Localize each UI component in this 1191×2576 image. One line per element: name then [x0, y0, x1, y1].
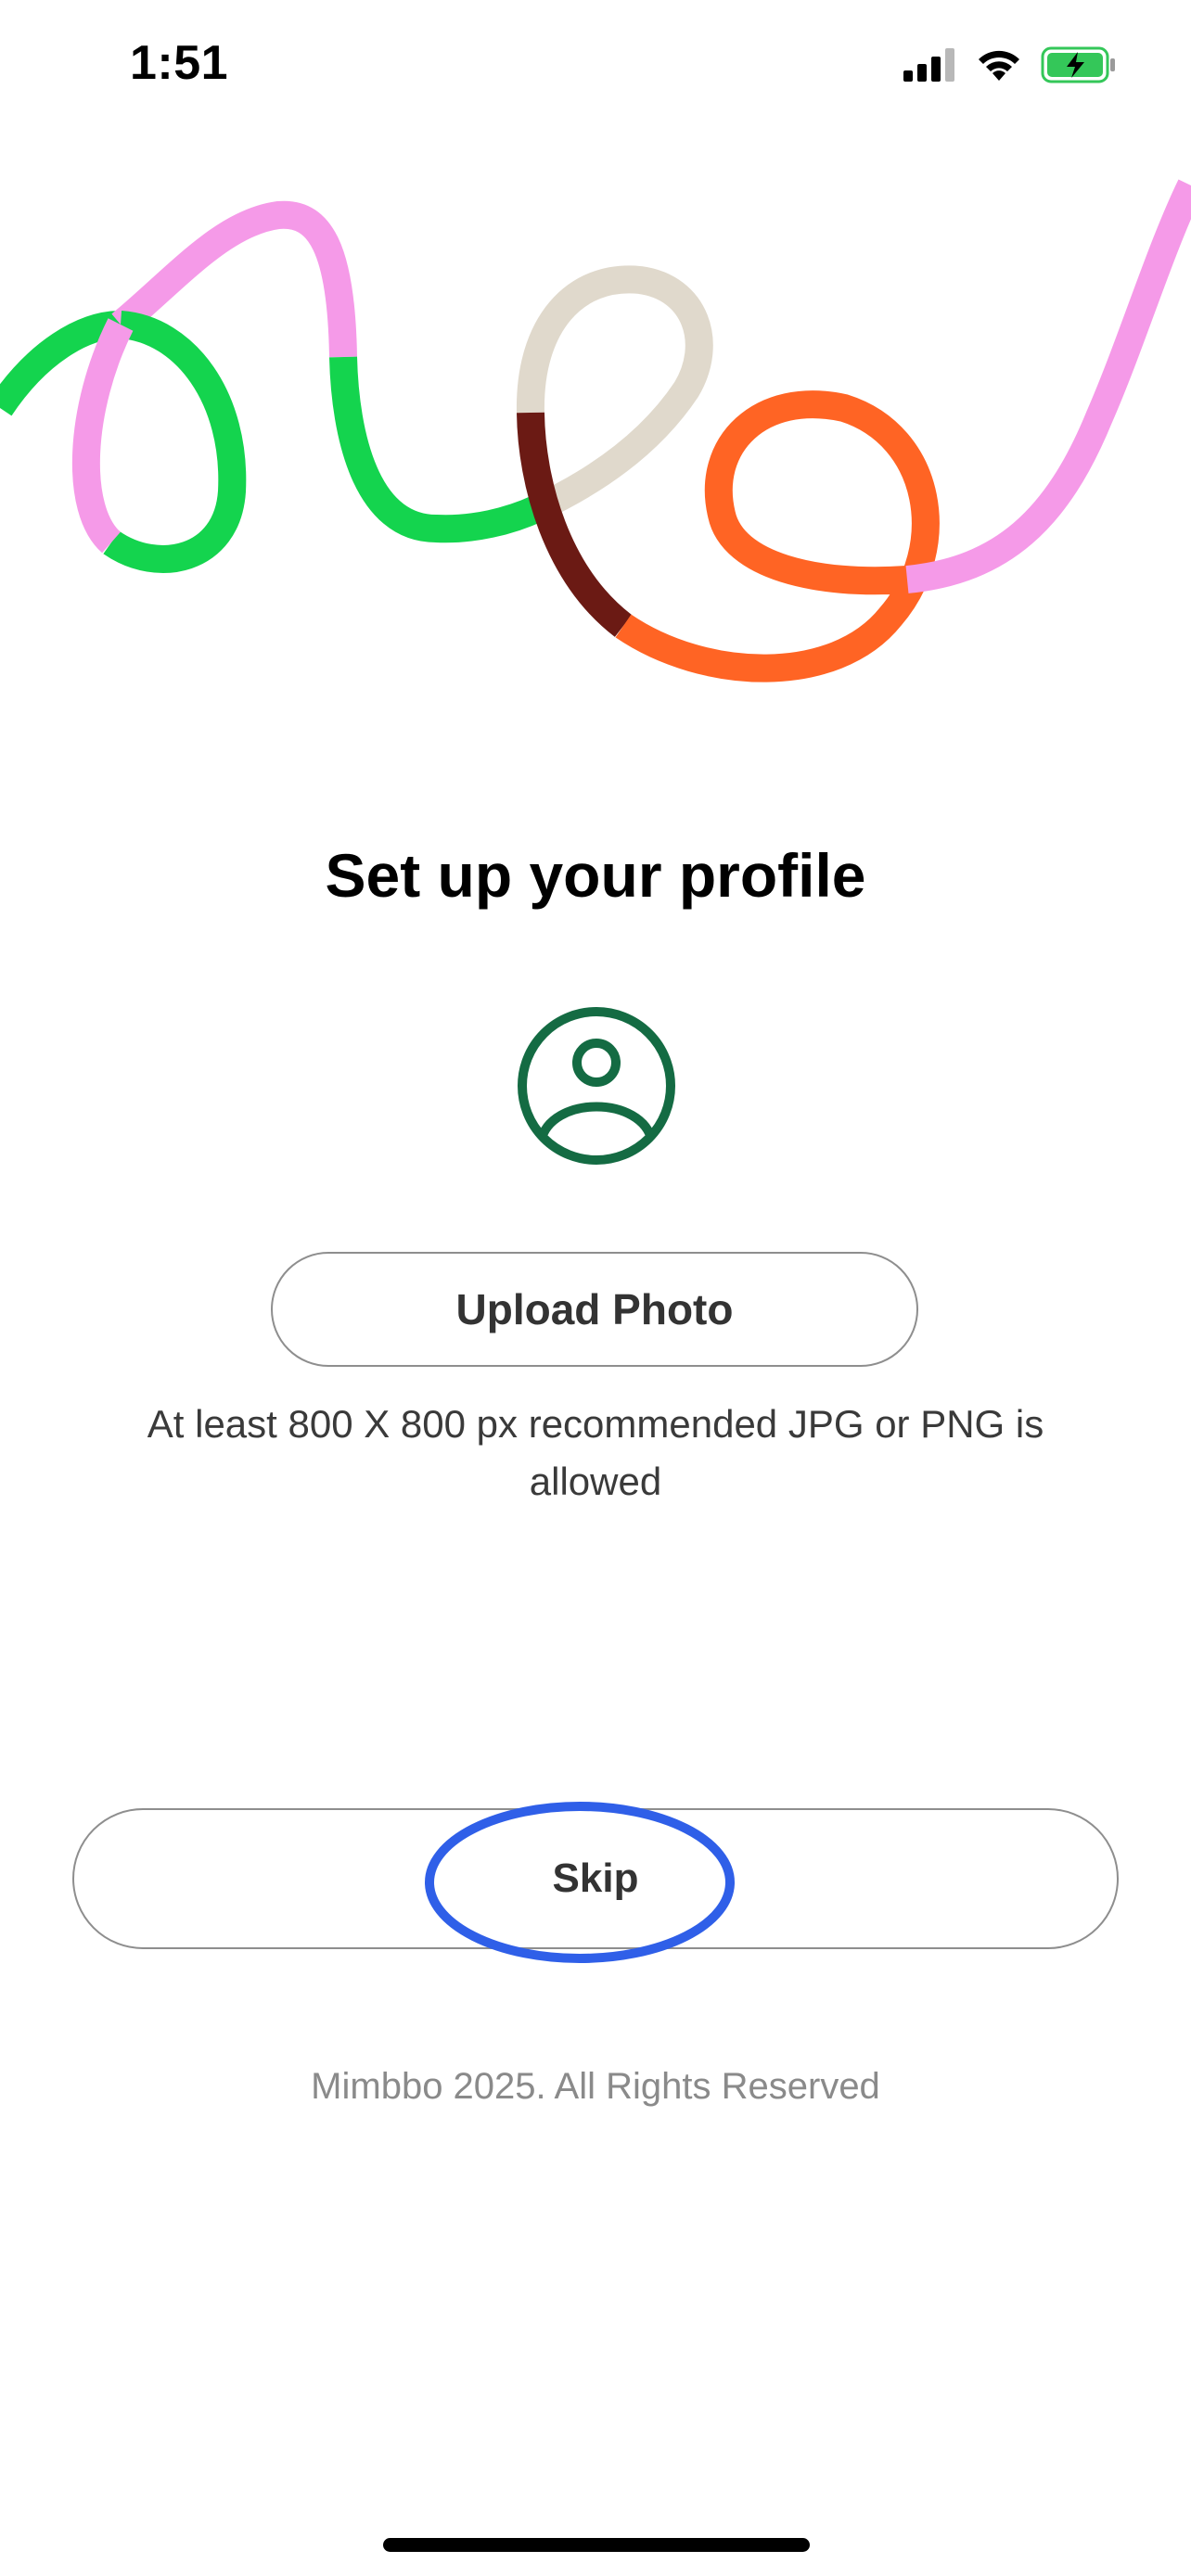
home-indicator[interactable]	[383, 2538, 810, 2552]
upload-photo-button[interactable]: Upload Photo	[271, 1252, 918, 1367]
status-icons	[903, 46, 1117, 88]
page-title: Set up your profile	[325, 841, 866, 910]
wifi-icon	[976, 47, 1022, 87]
user-circle-icon	[518, 1007, 675, 1165]
status-bar: 1:51	[0, 0, 1191, 139]
signal-icon	[903, 48, 957, 86]
battery-charging-icon	[1041, 46, 1117, 88]
avatar	[513, 1002, 680, 1169]
skip-button[interactable]: Skip	[72, 1808, 1119, 1949]
status-time: 1:51	[130, 36, 229, 90]
copyright-footer: Mimbbo 2025. All Rights Reserved	[311, 2066, 880, 2107]
decorative-doodle	[0, 179, 1191, 682]
upload-hint: At least 800 X 800 px recommended JPG or…	[147, 1402, 1044, 1503]
